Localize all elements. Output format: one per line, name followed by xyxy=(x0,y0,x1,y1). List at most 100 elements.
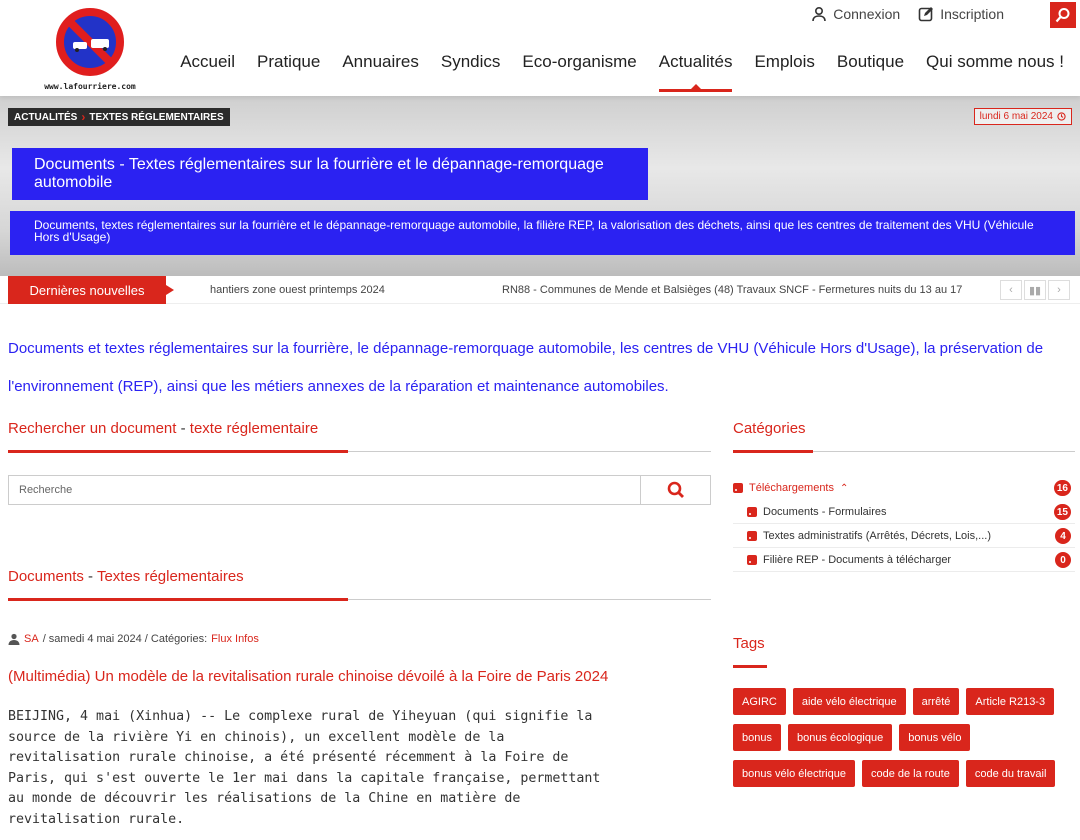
breadcrumb-item-actualites[interactable]: ACTUALITÉS xyxy=(14,112,77,123)
category-label: Documents - Formulaires xyxy=(763,505,887,518)
account-links: Connexion Inscription xyxy=(811,6,1046,22)
heading-separator: - xyxy=(176,420,190,437)
category-count: 4 xyxy=(1055,528,1071,544)
tag-item[interactable]: bonus écologique xyxy=(787,724,893,751)
article-line: BEIJING, 4 mai (Xinhua) -- Le complexe r… xyxy=(8,709,593,724)
category-count: 15 xyxy=(1053,504,1071,520)
article-line: source de la rivière Yi en chinois), un … xyxy=(8,729,505,745)
category-count: 0 xyxy=(1055,552,1071,568)
category-item-textes-administratifs[interactable]: Textes administratifs (Arrêtés, Décrets,… xyxy=(733,524,1075,548)
heading-part: Textes réglementaires xyxy=(96,568,244,585)
breadcrumb-item-textes[interactable]: TEXTES RÉGLEMENTAIRES xyxy=(89,112,223,123)
tags-heading: Tags xyxy=(733,635,765,652)
rss-icon xyxy=(747,506,757,517)
category-label: Filière REP - Documents à télécharger xyxy=(763,553,952,566)
chevron-left-icon[interactable]: ‹ xyxy=(1000,280,1022,300)
category-count: 16 xyxy=(1053,480,1071,496)
chevron-right-icon[interactable]: › xyxy=(1048,280,1070,300)
section-divider: .l1::before{} xyxy=(8,450,711,453)
rss-icon xyxy=(733,483,743,493)
chevron-up-icon[interactable]: ⌃ xyxy=(840,483,848,494)
nav-item-boutique[interactable]: Boutique xyxy=(837,52,904,92)
tag-item[interactable]: arrêté xyxy=(912,688,960,715)
search-input[interactable] xyxy=(9,476,640,504)
section-divider xyxy=(733,450,1075,453)
site-header: www.lafourriere.com Connexion Inscriptio… xyxy=(0,0,1080,96)
ticker-item[interactable]: RN88 - Communes de Mende et Balsièges (4… xyxy=(502,276,962,304)
heading-part: texte réglementaire xyxy=(189,420,319,437)
login-label: Connexion xyxy=(833,6,901,22)
nav-item-qui-sommes-nous[interactable]: Qui somme nous ! xyxy=(926,52,1064,92)
pause-icon[interactable]: ▮▮ xyxy=(1024,280,1046,300)
article-meta: SA / samedi 4 mai 2024 / Catégories: Flu… xyxy=(8,633,259,645)
breadcrumb-chevron-icon: › xyxy=(81,110,86,124)
nav-item-annuaires[interactable]: Annuaires xyxy=(342,52,419,92)
page-banner: ACTUALITÉS › TEXTES RÉGLEMENTAIRES lundi… xyxy=(0,96,1080,276)
header-search-button[interactable] xyxy=(1050,2,1076,28)
document-search xyxy=(8,475,711,505)
tag-item[interactable]: Article R213-3 xyxy=(966,688,1055,715)
nav-item-syndics[interactable]: Syndics xyxy=(441,52,501,92)
news-ticker: Dernières nouvelles hantiers zone ouest … xyxy=(0,276,1080,304)
category-item-telechargements[interactable]: Téléchargements ⌃ 16 xyxy=(733,476,1075,500)
ticker-item[interactable]: hantiers zone ouest printemps 2024 xyxy=(210,276,385,304)
main-nav: Accueil Pratique Annuaires Syndics Eco-o… xyxy=(180,52,1064,92)
nav-item-pratique[interactable]: Pratique xyxy=(257,52,320,92)
rss-icon xyxy=(747,530,757,541)
no-parking-logo-icon xyxy=(56,8,124,76)
intro-text: Documents et textes réglementaires sur l… xyxy=(8,340,1044,395)
page-title: Documents - Textes réglementaires sur la… xyxy=(12,148,648,200)
category-list: Téléchargements ⌃ 16 Documents - Formula… xyxy=(733,476,1075,572)
nav-item-actualites[interactable]: Actualités xyxy=(658,52,732,92)
tag-item[interactable]: code du travail xyxy=(965,760,1056,787)
nav-item-emplois[interactable]: Emplois xyxy=(754,52,814,92)
search-section-heading: Rechercher un document - texte réglement… xyxy=(8,420,318,437)
article-line: revitalisation rurale chinoise, a été pr… xyxy=(8,750,569,765)
user-icon xyxy=(8,633,20,645)
category-label: Textes administratifs (Arrêtés, Décrets,… xyxy=(763,529,992,542)
nav-item-eco-organisme[interactable]: Eco-organisme xyxy=(522,52,636,92)
heading-part: Documents xyxy=(8,568,84,585)
tag-item[interactable]: bonus xyxy=(733,724,781,751)
login-link[interactable]: Connexion xyxy=(811,6,900,22)
category-item-documents-formulaires[interactable]: Documents - Formulaires 15 xyxy=(733,500,1075,524)
logo-caption: www.lafourriere.com xyxy=(44,82,136,91)
category-item-filiere-rep[interactable]: Filière REP - Documents à télécharger 0 xyxy=(733,548,1075,572)
signup-link[interactable]: Inscription xyxy=(918,6,1004,22)
ticker-label: Dernières nouvelles xyxy=(8,276,174,304)
page-description: Documents, textes réglementaires sur la … xyxy=(10,211,1075,255)
current-date: lundi 6 mai 2024 xyxy=(979,111,1053,122)
rss-icon xyxy=(747,554,757,565)
article-line: au monde de découvrir les réalisations d… xyxy=(8,791,521,806)
tag-item[interactable]: AGIRC xyxy=(733,688,786,715)
heading-separator: - xyxy=(83,568,97,585)
article-line: Paris, qui s'est ouverte le 1er mai dans… xyxy=(8,770,601,786)
search-icon xyxy=(667,481,684,498)
article-line: revitalisation rurale. xyxy=(8,811,185,827)
heading-part: Rechercher un document xyxy=(8,420,177,437)
documents-section-heading: Documents - Textes réglementaires xyxy=(8,568,244,585)
clock-icon xyxy=(1057,112,1066,121)
user-icon xyxy=(812,6,827,22)
article-body: BEIJING, 4 mai (Xinhua) -- Le complexe r… xyxy=(8,707,718,830)
signup-label: Inscription xyxy=(940,6,1004,22)
tag-item[interactable]: code de la route xyxy=(861,760,959,787)
tag-item[interactable]: bonus vélo xyxy=(899,724,971,751)
nav-item-accueil[interactable]: Accueil xyxy=(180,52,235,92)
section-divider xyxy=(8,598,711,601)
site-logo[interactable]: www.lafourriere.com xyxy=(33,4,147,92)
tag-item[interactable]: aide vélo électrique xyxy=(792,688,906,715)
article-author[interactable]: SA xyxy=(24,633,39,645)
article-title[interactable]: (Multimédia) Un modèle de la revitalisat… xyxy=(8,668,608,685)
article-category[interactable]: Flux Infos xyxy=(211,633,259,645)
categories-heading: Catégories xyxy=(733,420,806,437)
search-icon xyxy=(1055,8,1070,23)
breadcrumb: ACTUALITÉS › TEXTES RÉGLEMENTAIRES xyxy=(8,108,230,126)
category-label: Téléchargements xyxy=(749,482,834,494)
article-date: / samedi 4 mai 2024 / Catégories: xyxy=(42,633,208,645)
edit-icon xyxy=(918,7,934,22)
date-badge: lundi 6 mai 2024 xyxy=(973,108,1072,125)
tag-item[interactable]: bonus vélo électrique xyxy=(733,760,855,787)
tag-cloud: AGIRC aide vélo électrique arrêté Articl… xyxy=(733,688,1063,787)
search-submit-button[interactable] xyxy=(640,476,710,504)
